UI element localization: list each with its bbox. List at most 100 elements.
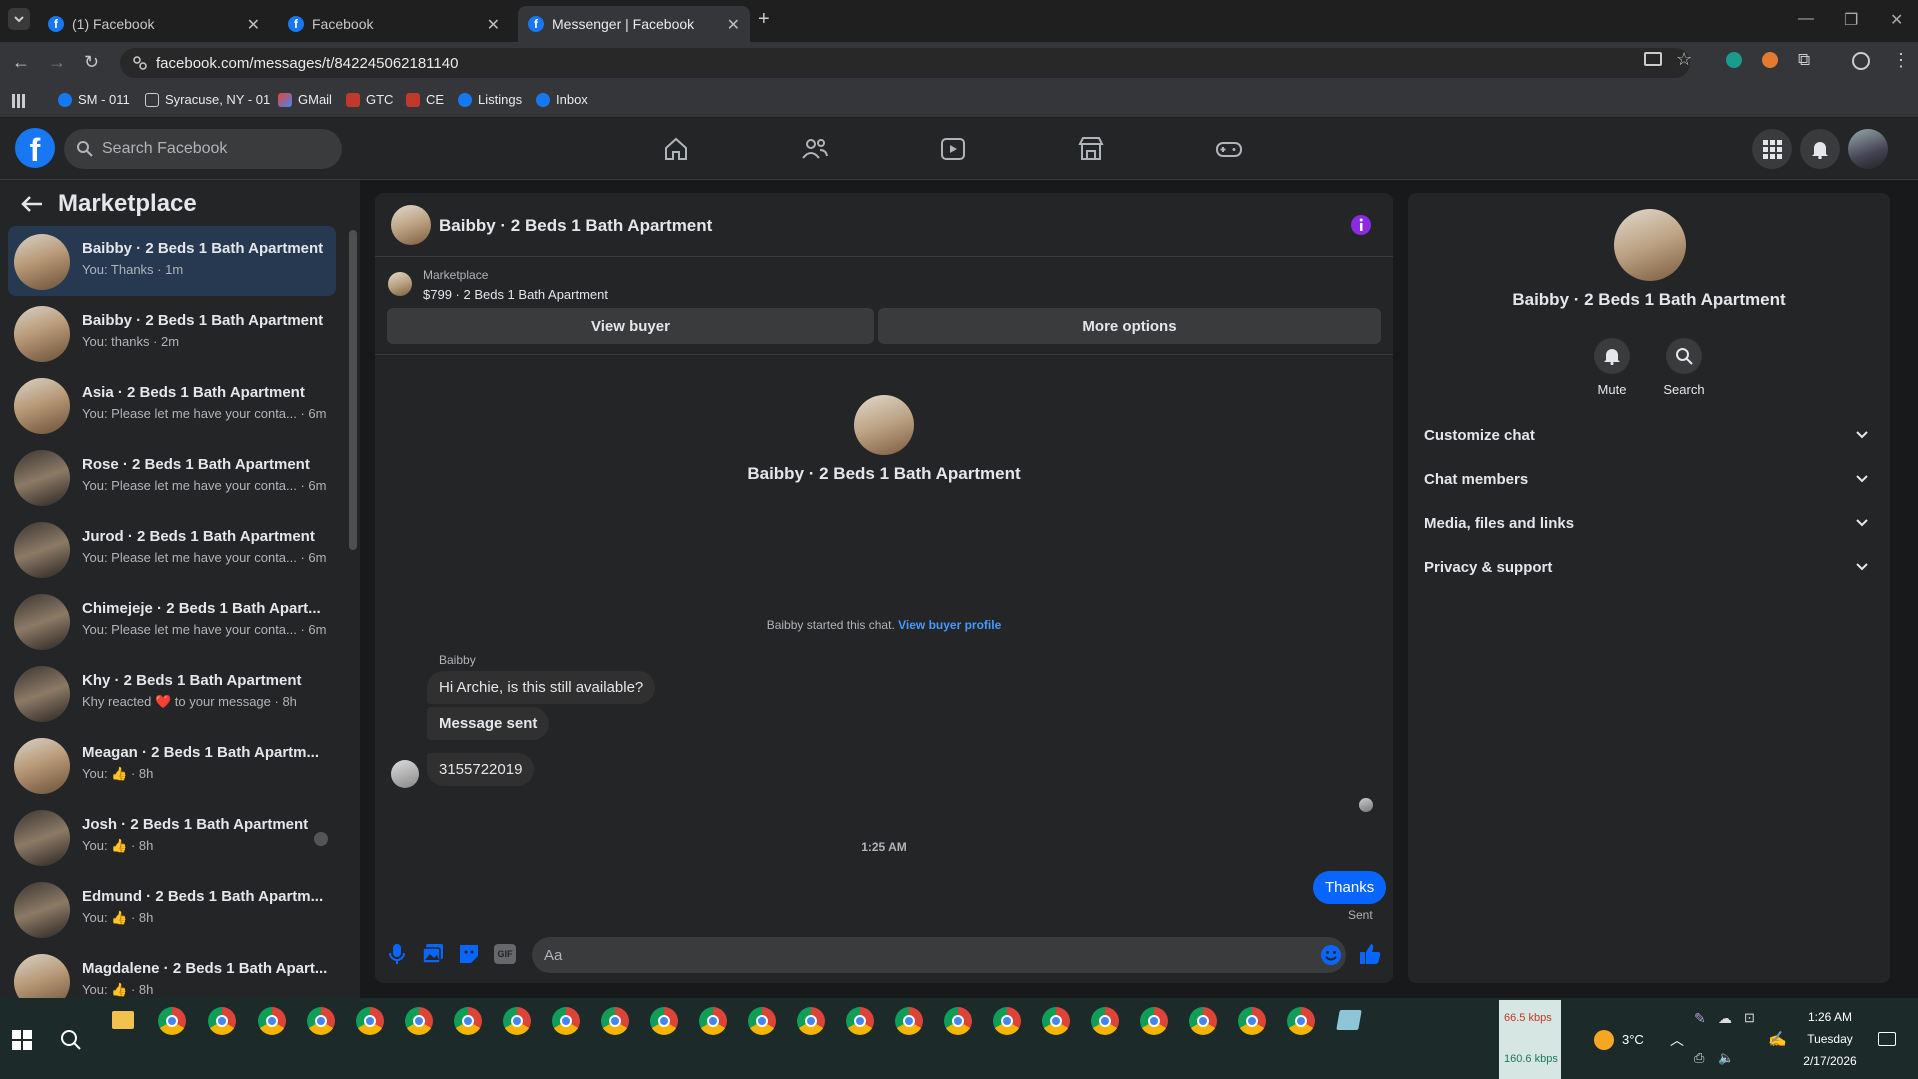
mute-button[interactable]: Mute <box>1591 338 1633 397</box>
microphone-icon[interactable] <box>388 943 406 965</box>
chrome-taskbar-icon[interactable] <box>1189 1007 1217 1035</box>
chat-members-section[interactable]: Chat members <box>1424 459 1876 499</box>
conversation-scrollbar[interactable] <box>349 230 357 550</box>
thumbs-up-icon[interactable] <box>1358 942 1382 966</box>
chrome-taskbar-icon[interactable] <box>1042 1007 1070 1035</box>
chrome-taskbar-icon[interactable] <box>405 1007 433 1035</box>
bookmark-item[interactable]: GMail <box>278 92 332 107</box>
weather-temperature[interactable]: 3°C <box>1622 1032 1644 1047</box>
pen-tray-icon[interactable]: ✍ <box>1768 1030 1787 1048</box>
chrome-taskbar-icon[interactable] <box>258 1007 286 1035</box>
forward-arrow-icon[interactable]: → <box>48 52 66 73</box>
chrome-taskbar-icon[interactable] <box>356 1007 384 1035</box>
gaming-icon[interactable] <box>1214 134 1244 164</box>
chrome-taskbar-icon[interactable] <box>208 1007 236 1035</box>
tray-icon[interactable]: ⊡ <box>1744 1010 1755 1026</box>
volume-icon[interactable]: 🔈 <box>1718 1050 1734 1066</box>
home-icon[interactable] <box>661 134 691 164</box>
customize-chat-section[interactable]: Customize chat <box>1424 415 1876 455</box>
received-message[interactable]: Message sent <box>427 707 550 740</box>
bookmark-item[interactable]: SM - 011 <box>58 92 130 107</box>
search-icon[interactable] <box>60 1029 82 1051</box>
chat-avatar[interactable] <box>391 205 431 245</box>
bookmark-item[interactable]: CE <box>406 92 444 107</box>
clock-time[interactable]: 1:26 AM <box>1806 1010 1854 1024</box>
view-buyer-profile-link[interactable]: View buyer profile <box>898 618 1001 632</box>
bookmark-star-icon[interactable]: ☆ <box>1676 49 1692 70</box>
conversation-item[interactable]: Baibby · 2 Beds 1 Bath Apartment You: tha… <box>8 298 336 368</box>
restore-button[interactable]: ❐ <box>1844 10 1858 30</box>
chrome-taskbar-icon[interactable] <box>650 1007 678 1035</box>
bookmark-item[interactable]: GTC <box>346 92 393 107</box>
chrome-taskbar-icon[interactable] <box>158 1007 186 1035</box>
chrome-taskbar-icon[interactable] <box>307 1007 335 1035</box>
search-in-chat-button[interactable]: Search <box>1659 338 1709 397</box>
chrome-taskbar-icon[interactable] <box>552 1007 580 1035</box>
extension-icon[interactable] <box>1762 52 1778 68</box>
search-input[interactable]: Search Facebook <box>64 129 342 169</box>
received-message[interactable]: Hi Archie, is this still available? <box>427 671 656 704</box>
facebook-logo[interactable]: f <box>15 128 55 168</box>
gif-icon[interactable]: GIF <box>494 944 516 964</box>
pen-icon[interactable]: ✎ <box>1694 1010 1706 1027</box>
bookmark-item[interactable]: Syracuse, NY - 01 <box>145 92 270 107</box>
windows-start-icon[interactable] <box>12 1030 32 1050</box>
privacy-support-section[interactable]: Privacy & support <box>1424 547 1876 587</box>
media-files-links-section[interactable]: Media, files and links <box>1424 503 1876 543</box>
friends-icon[interactable] <box>800 134 830 164</box>
chrome-taskbar-icon[interactable] <box>601 1007 629 1035</box>
account-avatar[interactable] <box>1848 129 1888 169</box>
chrome-taskbar-icon[interactable] <box>699 1007 727 1035</box>
conversation-item[interactable]: Khy · 2 Beds 1 Bath Apartment Khy reacted… <box>8 658 336 728</box>
notifications-button[interactable] <box>1800 129 1840 169</box>
profile-icon[interactable] <box>1852 52 1870 70</box>
chrome-taskbar-icon[interactable] <box>1287 1007 1315 1035</box>
browser-tab[interactable]: f (1) Facebook ✕ <box>38 6 270 42</box>
conversation-item[interactable]: Magdalene · 2 Beds 1 Bath Apart... You: 👍… <box>8 946 336 998</box>
conversation-item[interactable]: Edmund · 2 Beds 1 Bath Apartm... You: 👍 ·… <box>8 874 336 944</box>
sticker-icon[interactable] <box>458 943 480 965</box>
cloud-icon[interactable]: ☁ <box>1718 1010 1732 1027</box>
chrome-taskbar-icon[interactable] <box>846 1007 874 1035</box>
window-close-button[interactable]: ✕ <box>1890 10 1903 30</box>
browser-tab-active[interactable]: f Messenger | Facebook ✕ <box>518 6 750 42</box>
site-info-icon[interactable] <box>130 53 150 73</box>
close-icon[interactable]: ✕ <box>487 15 500 35</box>
conversation-item[interactable]: Josh · 2 Beds 1 Bath Apartment You: 👍 · 8… <box>8 802 336 872</box>
more-options-button[interactable]: More options <box>878 308 1381 344</box>
received-message[interactable]: 3155722019 <box>427 753 535 786</box>
video-icon[interactable] <box>938 134 968 164</box>
emoji-icon[interactable] <box>1320 944 1342 966</box>
kebab-menu-icon[interactable]: ⋮ <box>1892 50 1910 71</box>
file-explorer-icon[interactable] <box>112 1011 134 1029</box>
chrome-taskbar-icon[interactable] <box>895 1007 923 1035</box>
marketplace-icon[interactable] <box>1076 134 1106 164</box>
info-icon[interactable] <box>1350 214 1372 236</box>
back-arrow-icon[interactable] <box>20 194 44 214</box>
extension-icon[interactable] <box>1726 52 1742 68</box>
network-icon[interactable]: ⎙ <box>1694 1050 1704 1066</box>
menu-grid-button[interactable] <box>1752 129 1792 169</box>
conversation-item[interactable]: Rose · 2 Beds 1 Bath Apartment You: Pleas… <box>8 442 336 512</box>
clock-date[interactable]: 2/17/2026 <box>1800 1054 1860 1068</box>
back-arrow-icon[interactable]: ← <box>12 52 30 73</box>
conversation-item[interactable]: Baibby · 2 Beds 1 Bath Apartment You: Tha… <box>8 226 336 296</box>
apps-grid-icon[interactable] <box>12 94 26 108</box>
chrome-taskbar-icon[interactable] <box>503 1007 531 1035</box>
chrome-taskbar-icon[interactable] <box>944 1007 972 1035</box>
app-taskbar-icon[interactable] <box>1336 1010 1362 1030</box>
conversation-item[interactable]: Meagan · 2 Beds 1 Bath Apartm... You: 👍 ·… <box>8 730 336 800</box>
new-tab-button[interactable]: + <box>758 8 770 31</box>
sent-message[interactable]: Thanks <box>1313 871 1387 904</box>
bookmark-item[interactable]: Inbox <box>536 92 588 107</box>
chat-title[interactable]: Baibby · 2 Beds 1 Bath Apartment <box>439 216 712 236</box>
bookmark-item[interactable]: Listings <box>458 92 522 107</box>
browser-tab[interactable]: f Facebook ✕ <box>278 6 510 42</box>
notification-center-icon[interactable] <box>1878 1032 1896 1046</box>
conversation-item[interactable]: Chimejeje · 2 Beds 1 Bath Apart... You: P… <box>8 586 336 656</box>
chrome-taskbar-icon[interactable] <box>797 1007 825 1035</box>
minimize-button[interactable]: — <box>1798 10 1814 28</box>
conversation-item[interactable]: Asia · 2 Beds 1 Bath Apartment You: Pleas… <box>8 370 336 440</box>
view-buyer-button[interactable]: View buyer <box>387 308 874 344</box>
conversation-item[interactable]: Jurod · 2 Beds 1 Bath Apartment You: Plea… <box>8 514 336 584</box>
